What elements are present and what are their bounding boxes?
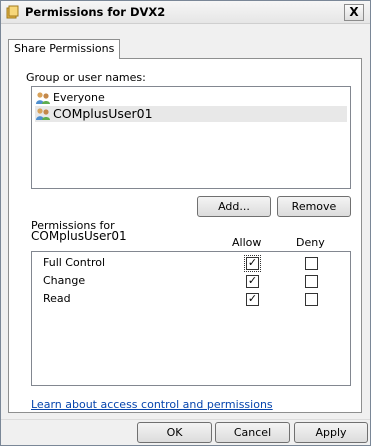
permission-row-change: Change ✓	[32, 272, 348, 290]
full-control-allow-checkbox[interactable]: ✓	[244, 255, 261, 272]
apply-button[interactable]: Apply	[294, 422, 368, 443]
user-list[interactable]: Everyone COMplusUser01	[31, 86, 351, 189]
title-bar[interactable]: Permissions for DVX2 X	[1, 1, 370, 24]
permission-row-full-control: Full Control ✓	[32, 254, 348, 272]
tab-share-permissions[interactable]: Share Permissions	[8, 39, 121, 59]
user-name: Everyone	[53, 91, 105, 104]
change-allow-checkbox[interactable]: ✓	[246, 275, 259, 288]
deny-column-header: Deny	[296, 236, 325, 249]
remove-button[interactable]: Remove	[277, 196, 351, 217]
add-button[interactable]: Add...	[197, 196, 271, 217]
allow-column-header: Allow	[232, 236, 262, 249]
permissions-for-label: Permissions for COMplusUser01	[31, 220, 127, 242]
permission-name: Change	[43, 274, 86, 287]
permission-row-read: Read ✓	[32, 290, 348, 308]
permissions-for-user: COMplusUser01	[31, 229, 127, 243]
change-deny-checkbox[interactable]	[305, 275, 318, 288]
footer-divider	[1, 419, 370, 420]
group-or-user-names-label: Group or user names:	[26, 71, 146, 84]
user-name: COMplusUser01	[53, 106, 153, 121]
list-item-complususer01[interactable]: COMplusUser01	[35, 106, 347, 122]
cancel-button[interactable]: Cancel	[215, 422, 290, 443]
user-group-icon	[36, 108, 50, 120]
permissions-dialog: Permissions for DVX2 X Share Permissions…	[0, 0, 371, 446]
window-title: Permissions for DVX2	[25, 5, 166, 19]
close-button[interactable]: X	[344, 4, 364, 21]
ok-button[interactable]: OK	[137, 422, 212, 443]
full-control-deny-checkbox[interactable]	[305, 257, 318, 270]
read-allow-checkbox[interactable]: ✓	[246, 293, 259, 306]
permission-name: Full Control	[43, 256, 106, 269]
permission-name: Read	[43, 292, 71, 305]
help-link[interactable]: Learn about access control and permissio…	[31, 398, 273, 411]
permissions-list: Full Control ✓ Change ✓ Read ✓	[31, 251, 351, 386]
read-deny-checkbox[interactable]	[305, 293, 318, 306]
user-group-icon	[36, 92, 50, 104]
folder-icon	[6, 5, 19, 19]
